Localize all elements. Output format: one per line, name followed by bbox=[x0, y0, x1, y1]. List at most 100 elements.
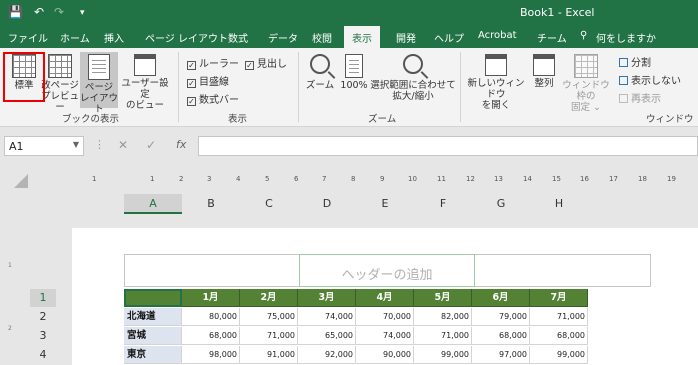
tab-insert[interactable]: 挿入 bbox=[104, 30, 124, 45]
table-cell[interactable]: 74,000 bbox=[298, 308, 356, 326]
new-window-icon bbox=[485, 54, 507, 76]
tab-review[interactable]: 校閲 bbox=[312, 30, 332, 45]
table-cell[interactable]: 68,000 bbox=[472, 327, 530, 345]
table-cell[interactable]: 80,000 bbox=[182, 308, 240, 326]
column-header[interactable]: C bbox=[240, 194, 298, 214]
group-label-zoom: ズーム bbox=[368, 114, 397, 125]
new-window-button[interactable]: 新しいウィンドウ を開く bbox=[464, 54, 528, 111]
table-row-label[interactable]: 東京 bbox=[124, 346, 182, 364]
table-cell[interactable]: 74,000 bbox=[356, 327, 414, 345]
table-cell[interactable]: 82,000 bbox=[414, 308, 472, 326]
checkbox-checked-icon: ✓ bbox=[187, 61, 196, 70]
ruler-tick: 10 bbox=[408, 175, 417, 183]
group-label-workbook-views: ブックの表示 bbox=[62, 114, 120, 125]
freeze-panes-button[interactable]: ウィンドウ枠の 固定 ⌄ bbox=[558, 54, 614, 113]
tab-file[interactable]: ファイル bbox=[8, 30, 48, 45]
tab-help[interactable]: ヘルプ bbox=[434, 30, 464, 45]
column-header[interactable]: G bbox=[472, 194, 530, 214]
customize-icon[interactable]: ▾ bbox=[80, 8, 85, 18]
table-header-cell[interactable]: 7月 bbox=[530, 289, 588, 307]
chevron-down-icon[interactable]: ▼ bbox=[73, 140, 79, 149]
table-header-cell[interactable]: 3月 bbox=[298, 289, 356, 307]
column-header[interactable]: A bbox=[124, 194, 182, 214]
table-row-label[interactable]: 北海道 bbox=[124, 308, 182, 326]
headings-checkbox[interactable]: ✓ 見出し bbox=[245, 55, 287, 70]
table-cell[interactable]: 79,000 bbox=[472, 308, 530, 326]
table-cell[interactable]: 68,000 bbox=[530, 327, 588, 345]
split-button[interactable]: 分割 bbox=[619, 54, 651, 69]
unhide-button[interactable]: 再表示 bbox=[619, 90, 661, 105]
ribbon-tabs: ファイル ホーム 挿入 ページ レイアウト 数式 データ 校閲 表示 開発 ヘル… bbox=[0, 26, 698, 48]
title-bar: 💾 ↶ ↷ ▾ Book1 - Excel bbox=[0, 0, 698, 26]
row-header[interactable]: 4 bbox=[30, 346, 56, 364]
checkbox-checked-icon: ✓ bbox=[245, 61, 254, 70]
table-row-label[interactable]: 宮城 bbox=[124, 327, 182, 345]
select-all-corner[interactable] bbox=[14, 174, 28, 188]
tab-acrobat[interactable]: Acrobat bbox=[478, 30, 517, 41]
header-placeholder[interactable]: ヘッダーの追加 bbox=[299, 264, 475, 283]
name-box[interactable]: A1 ▼ bbox=[4, 136, 84, 156]
table-header-cell[interactable]: 6月 bbox=[472, 289, 530, 307]
hide-button[interactable]: 表示しない bbox=[619, 72, 681, 87]
table-cell[interactable]: 68,000 bbox=[182, 327, 240, 345]
hide-icon bbox=[619, 76, 628, 85]
arrange-all-button[interactable]: 整列 bbox=[530, 54, 558, 89]
gridlines-checkbox[interactable]: ✓ 目盛線 bbox=[187, 73, 229, 88]
page-layout-button[interactable]: ページ レイアウト bbox=[80, 54, 118, 115]
table-cell[interactable]: 71,000 bbox=[414, 327, 472, 345]
tab-page-layout[interactable]: ページ レイアウト bbox=[145, 30, 228, 45]
table-cell[interactable]: 91,000 bbox=[240, 346, 298, 364]
tab-view[interactable]: 表示 bbox=[344, 26, 380, 48]
table-cell[interactable]: 97,000 bbox=[472, 346, 530, 364]
tab-developer[interactable]: 開発 bbox=[396, 30, 416, 45]
tab-home[interactable]: ホーム bbox=[60, 30, 90, 45]
cancel-icon[interactable]: ✕ bbox=[118, 138, 128, 152]
table-cell[interactable]: 90,000 bbox=[356, 346, 414, 364]
table-header-cell[interactable]: 4月 bbox=[356, 289, 414, 307]
row-header[interactable]: 2 bbox=[30, 308, 56, 326]
table-cell[interactable]: 65,000 bbox=[298, 327, 356, 345]
enter-icon[interactable]: ✓ bbox=[146, 138, 156, 152]
tab-data[interactable]: データ bbox=[268, 30, 298, 45]
tab-team[interactable]: チーム bbox=[537, 30, 567, 45]
unhide-icon bbox=[619, 94, 628, 103]
ruler-tick: 4 bbox=[236, 175, 241, 183]
table-header-cell[interactable] bbox=[124, 289, 182, 307]
table-cell[interactable]: 70,000 bbox=[356, 308, 414, 326]
table-cell[interactable]: 71,000 bbox=[530, 308, 588, 326]
formula-input[interactable] bbox=[198, 136, 698, 156]
tab-formulas[interactable]: 数式 bbox=[228, 30, 248, 45]
zoom-button[interactable]: ズーム bbox=[304, 54, 336, 91]
custom-views-button[interactable]: ユーザー設定 のビュー bbox=[118, 54, 172, 111]
table-cell[interactable]: 98,000 bbox=[182, 346, 240, 364]
window-title: Book1 - Excel bbox=[520, 6, 595, 19]
ruler-tick: 13 bbox=[494, 175, 503, 183]
table-cell[interactable]: 99,000 bbox=[414, 346, 472, 364]
column-header[interactable]: H bbox=[530, 194, 588, 214]
page-break-preview-button[interactable]: 改ページ プレビュー bbox=[40, 54, 80, 113]
ruler-tick: 17 bbox=[609, 175, 618, 183]
insert-function-icon[interactable]: fx bbox=[176, 138, 186, 151]
column-header[interactable]: B bbox=[182, 194, 240, 214]
column-header[interactable]: F bbox=[414, 194, 472, 214]
save-icon[interactable]: 💾 bbox=[8, 5, 23, 19]
ruler-tick: 19 bbox=[667, 175, 676, 183]
table-header-cell[interactable]: 5月 bbox=[414, 289, 472, 307]
table-cell[interactable]: 71,000 bbox=[240, 327, 298, 345]
redo-icon[interactable]: ↷ bbox=[54, 5, 64, 19]
table-cell[interactable]: 75,000 bbox=[240, 308, 298, 326]
row-header[interactable]: 1 bbox=[30, 289, 56, 307]
formula-bar-checkbox[interactable]: ✓ 数式バー bbox=[187, 91, 239, 106]
table-header-cell[interactable]: 1月 bbox=[182, 289, 240, 307]
row-header[interactable]: 3 bbox=[30, 327, 56, 345]
column-header[interactable]: D bbox=[298, 194, 356, 214]
table-cell[interactable]: 92,000 bbox=[298, 346, 356, 364]
ruler-checkbox[interactable]: ✓ ルーラー bbox=[187, 55, 239, 70]
tell-me-search[interactable]: 何をしますか bbox=[596, 30, 656, 45]
undo-icon[interactable]: ↶ bbox=[34, 5, 44, 19]
zoom-to-selection-button[interactable]: 選択範囲に合わせて 拡大/縮小 bbox=[370, 54, 456, 102]
column-header[interactable]: E bbox=[356, 194, 414, 214]
table-header-cell[interactable]: 2月 bbox=[240, 289, 298, 307]
table-cell[interactable]: 99,000 bbox=[530, 346, 588, 364]
zoom-100-button[interactable]: 100% bbox=[338, 54, 370, 91]
